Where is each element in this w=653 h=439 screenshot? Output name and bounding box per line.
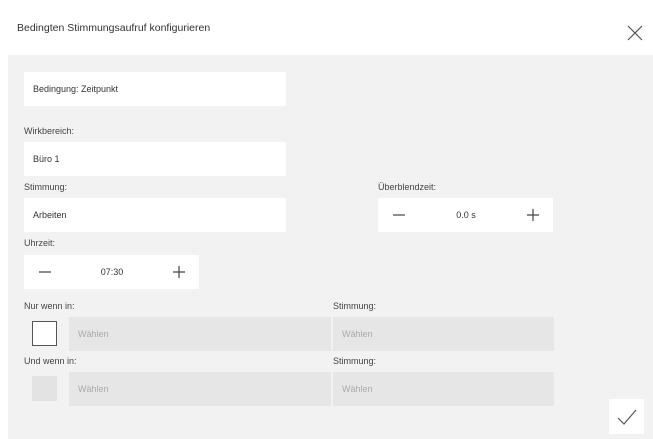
time-value[interactable]: 07:30 <box>66 255 158 289</box>
condition-field[interactable]: Bedingung: Zeitpunkt <box>24 72 286 106</box>
scope-field[interactable]: Büro 1 <box>24 142 286 176</box>
time-decrease-button[interactable] <box>24 255 66 289</box>
and-if-mood-placeholder: Wählen <box>342 384 373 394</box>
only-if-label: Nur wenn in: <box>24 301 75 311</box>
confirm-button[interactable] <box>609 399 644 434</box>
and-if-label: Und wenn in: <box>24 356 77 366</box>
and-if-mood-select[interactable]: Wählen <box>333 372 554 406</box>
mood-value: Arbeiten <box>33 210 67 220</box>
only-if-mood-placeholder: Wählen <box>342 329 373 339</box>
time-increase-button[interactable] <box>158 255 199 289</box>
mood-field[interactable]: Arbeiten <box>24 198 286 232</box>
scope-label: Wirkbereich: <box>24 126 75 136</box>
minus-icon <box>393 214 405 216</box>
only-if-mood-label: Stimmung: <box>333 301 377 311</box>
dialog-title: Bedingten Stimmungsaufruf konfigurieren <box>17 22 211 34</box>
close-icon[interactable] <box>624 22 646 44</box>
and-if-checkbox[interactable] <box>32 376 57 401</box>
minus-icon <box>39 271 51 273</box>
only-if-placeholder: Wählen <box>78 329 109 339</box>
plus-icon <box>526 209 539 221</box>
scope-value: Büro 1 <box>33 154 60 164</box>
mood-label: Stimmung: <box>24 182 68 192</box>
only-if-checkbox[interactable] <box>32 321 57 346</box>
fade-value[interactable]: 0.0 s <box>420 198 512 232</box>
and-if-mood-label: Stimmung: <box>333 356 377 366</box>
only-if-select[interactable]: Wählen <box>69 317 331 351</box>
fade-increase-button[interactable] <box>512 198 553 232</box>
and-if-select[interactable]: Wählen <box>69 372 331 406</box>
only-if-mood-select[interactable]: Wählen <box>333 317 554 351</box>
plus-icon <box>172 266 185 278</box>
time-label: Uhrzeit: <box>24 238 56 248</box>
fade-label: Überblendzeit: <box>378 182 437 192</box>
condition-value: Bedingung: Zeitpunkt <box>33 84 119 94</box>
fade-decrease-button[interactable] <box>378 198 420 232</box>
and-if-placeholder: Wählen <box>78 384 109 394</box>
checkmark-icon <box>617 409 636 425</box>
